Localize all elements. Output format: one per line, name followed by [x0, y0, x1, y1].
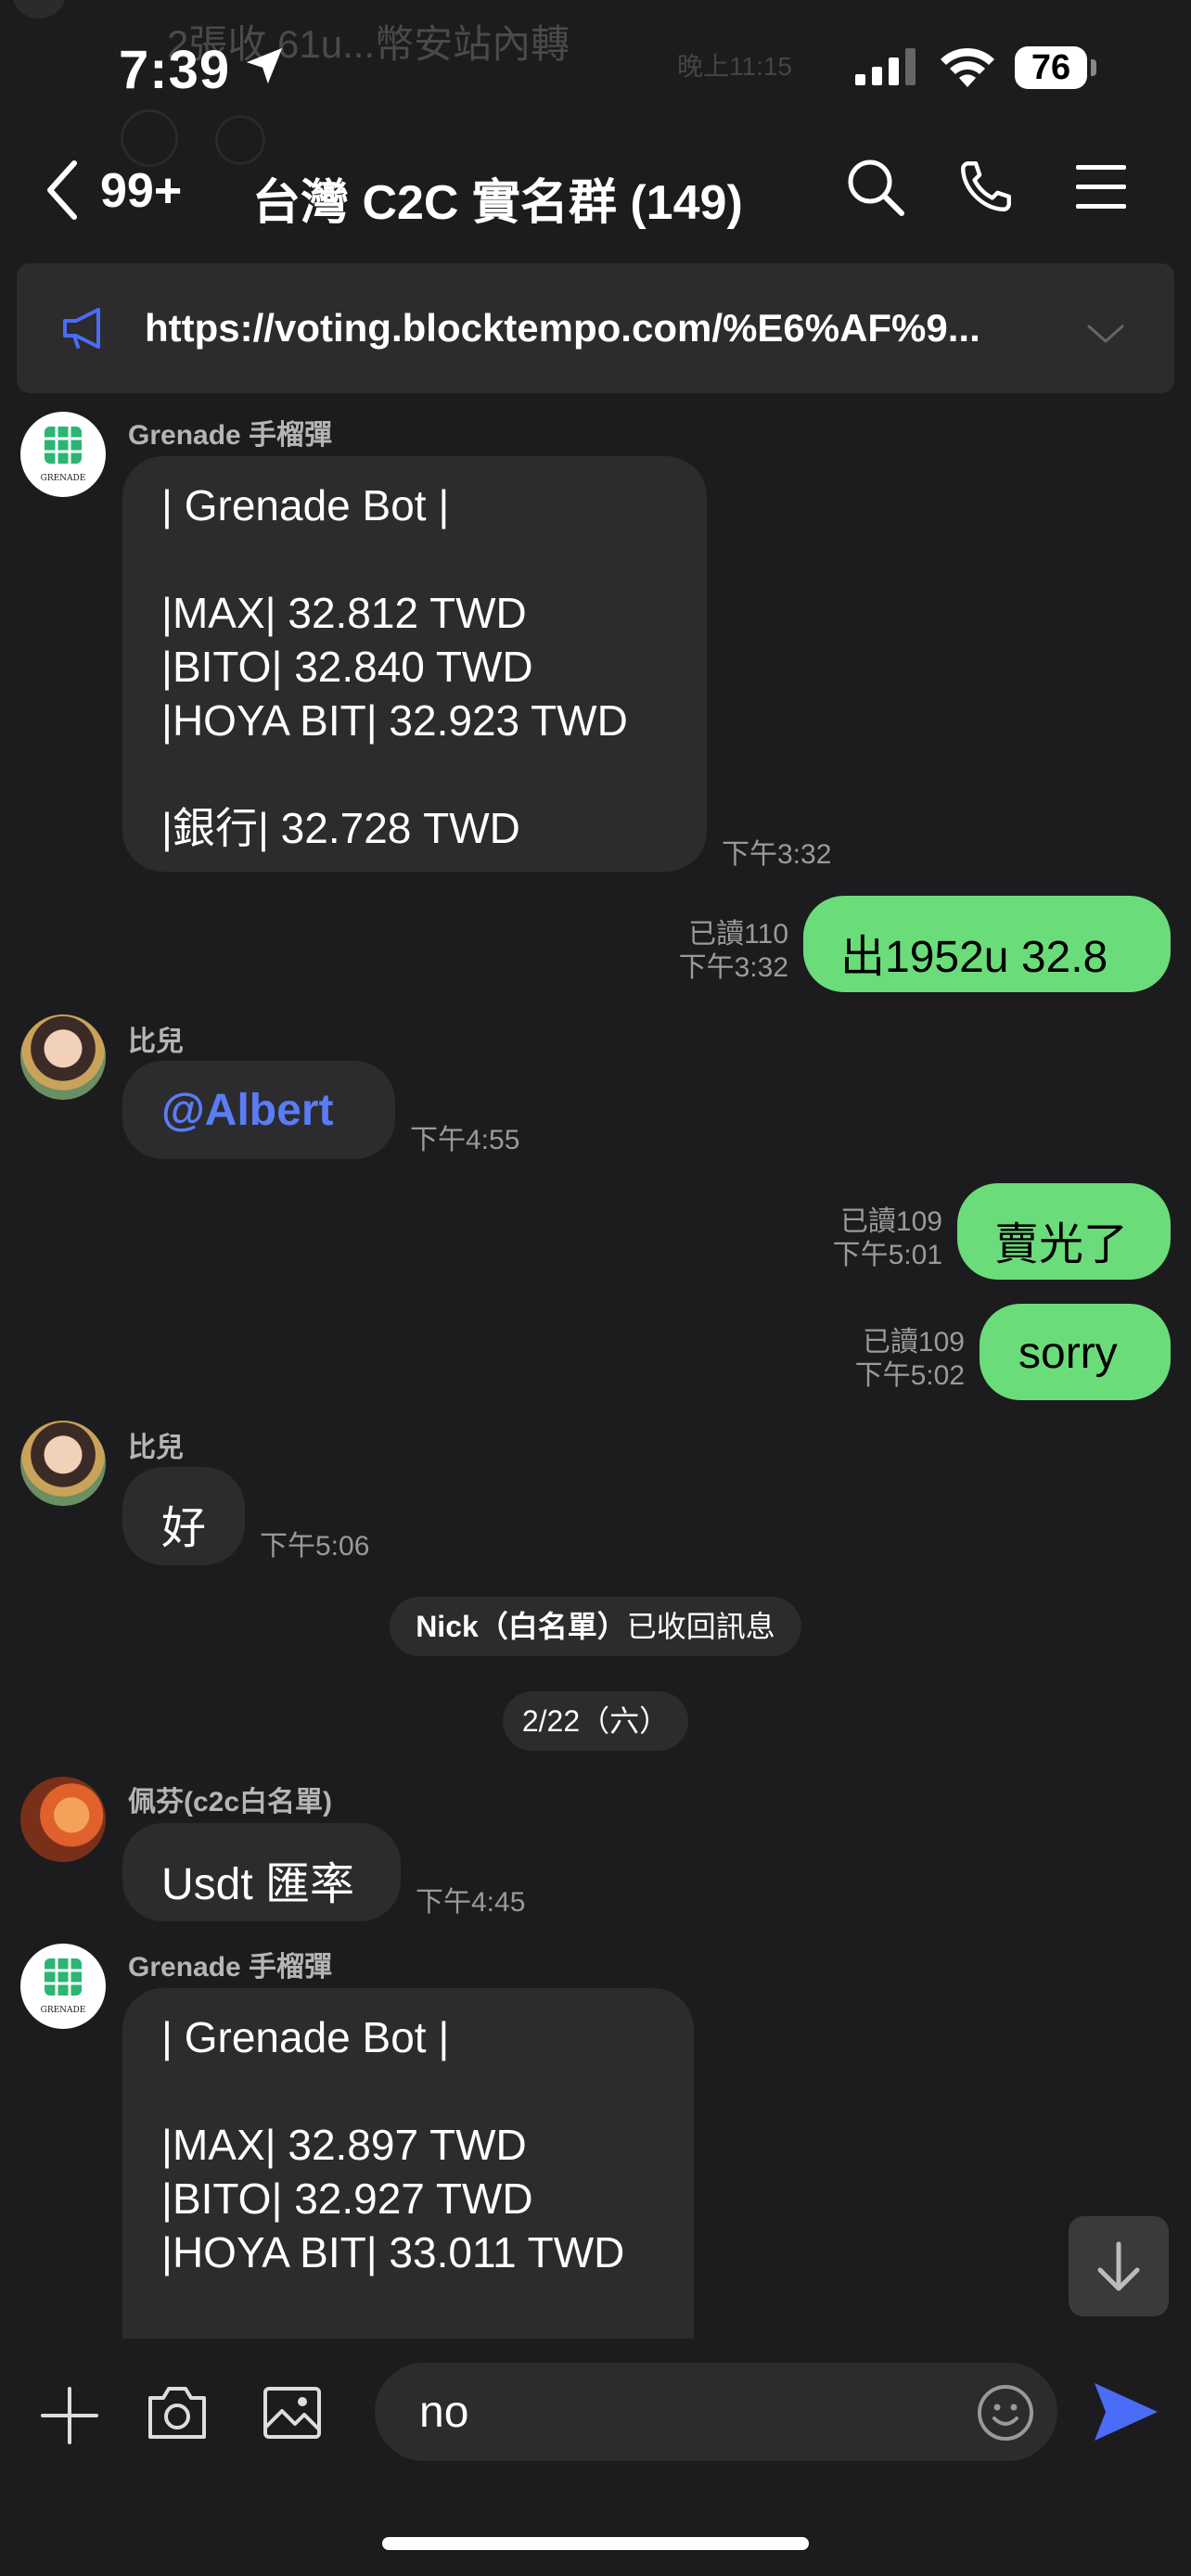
message-text: sorry [1018, 1329, 1118, 1378]
sender-name: Grenade 手榴彈 [128, 420, 333, 451]
message-bubble-outgoing[interactable]: 賣光了 [957, 1183, 1171, 1280]
search-icon[interactable] [844, 156, 907, 219]
send-icon[interactable] [1091, 2379, 1161, 2444]
grenade-logo-icon: GRENADE [41, 1958, 86, 2015]
message-time: 下午3:32 [678, 952, 788, 983]
status-time: 7:39 [119, 40, 231, 100]
message-bubble[interactable]: | Grenade Bot | |MAX| 32.812 TWD |BITO| … [122, 456, 707, 872]
unread-count[interactable]: 99+ [100, 163, 182, 219]
message-bubble[interactable]: @Albert [122, 1061, 395, 1159]
avatar-bier[interactable] [20, 1014, 106, 1100]
plus-icon[interactable] [39, 2385, 100, 2446]
sender-name: 佩芬(c2c白名單) [128, 1787, 333, 1817]
message-input-value[interactable]: no [419, 2387, 468, 2438]
message-text: 好 [161, 1504, 207, 1553]
chevron-down-icon[interactable] [1087, 323, 1124, 345]
megaphone-icon [63, 308, 100, 349]
notification-time: 晚上11:15 [677, 52, 792, 81]
phone-call-icon[interactable] [955, 156, 1017, 217]
notification-sticker-icon [215, 115, 265, 165]
notification-avatar [11, 0, 67, 19]
avatar-grenade[interactable]: GRENADE [20, 412, 106, 497]
sender-name: Grenade 手榴彈 [128, 1952, 333, 1983]
system-message-text: 已收回訊息 [626, 1610, 775, 1643]
camera-icon[interactable] [147, 2383, 208, 2442]
menu-icon[interactable] [1074, 163, 1128, 211]
message-text: Usdt 匯率 [161, 1860, 355, 1909]
avatar-grenade[interactable]: GRENADE [20, 1944, 106, 2029]
message-time: 下午4:55 [410, 1125, 520, 1155]
message-time: 下午3:32 [722, 839, 832, 870]
message-time: 下午5:06 [260, 1531, 370, 1562]
read-receipt: 已讀110 [688, 919, 788, 950]
message-bubble-outgoing[interactable]: 出1952u 32.8 [803, 896, 1171, 992]
wifi-icon [941, 47, 994, 87]
message-time: 下午5:02 [854, 1360, 965, 1391]
sender-name: 比兒 [128, 1027, 184, 1057]
chat-title[interactable]: 台灣 C2C 實名群 (149) [252, 163, 743, 233]
sender-name: 比兒 [128, 1433, 184, 1463]
system-message: Nick（白名單）已收回訊息 [390, 1597, 801, 1656]
battery-cap [1091, 59, 1096, 76]
message-text: 賣光了 [994, 1220, 1129, 1269]
grenade-logo-icon: GRENADE [41, 427, 86, 483]
read-receipt: 已讀109 [862, 1327, 965, 1358]
back-chevron-icon[interactable] [43, 158, 83, 223]
photo-gallery-icon[interactable] [262, 2383, 323, 2442]
cellular-signal-icon [855, 48, 916, 85]
system-message-user: Nick（白名單） [416, 1610, 627, 1643]
emoji-icon[interactable] [976, 2383, 1035, 2442]
location-arrow-icon [246, 47, 283, 84]
notification-emoji-icon [121, 109, 178, 167]
message-text: 出1952u 32.8 [840, 933, 1108, 982]
message-input[interactable] [375, 2363, 1057, 2461]
date-divider: 2/22（六） [503, 1691, 688, 1751]
mention-link[interactable]: @Albert [161, 1085, 333, 1136]
avatar-bier[interactable] [20, 1421, 106, 1506]
home-indicator [382, 2537, 809, 2550]
grenade-logo-text: GRENADE [41, 474, 86, 483]
read-receipt: 已讀109 [839, 1206, 942, 1237]
message-text: | Grenade Bot | |MAX| 32.812 TWD |BITO| … [161, 481, 628, 852]
announcement-text[interactable]: https://voting.blocktempo.com/%E6%AF%9..… [145, 306, 1017, 351]
arrow-down-icon [1097, 2241, 1140, 2291]
message-text: | Grenade Bot | |MAX| 32.897 TWD |BITO| … [161, 2013, 625, 2276]
message-bubble[interactable]: 好 [122, 1467, 245, 1565]
message-time: 下午5:01 [832, 1240, 942, 1270]
message-bubble[interactable]: Usdt 匯率 [122, 1823, 401, 1921]
scroll-to-bottom-button[interactable] [1069, 2216, 1169, 2316]
message-time: 下午4:45 [416, 1887, 526, 1918]
battery-indicator: 76 [1015, 46, 1087, 89]
avatar-peifen[interactable] [20, 1777, 106, 1862]
grenade-logo-text: GRENADE [41, 2006, 86, 2015]
message-bubble-outgoing[interactable]: sorry [980, 1304, 1171, 1400]
